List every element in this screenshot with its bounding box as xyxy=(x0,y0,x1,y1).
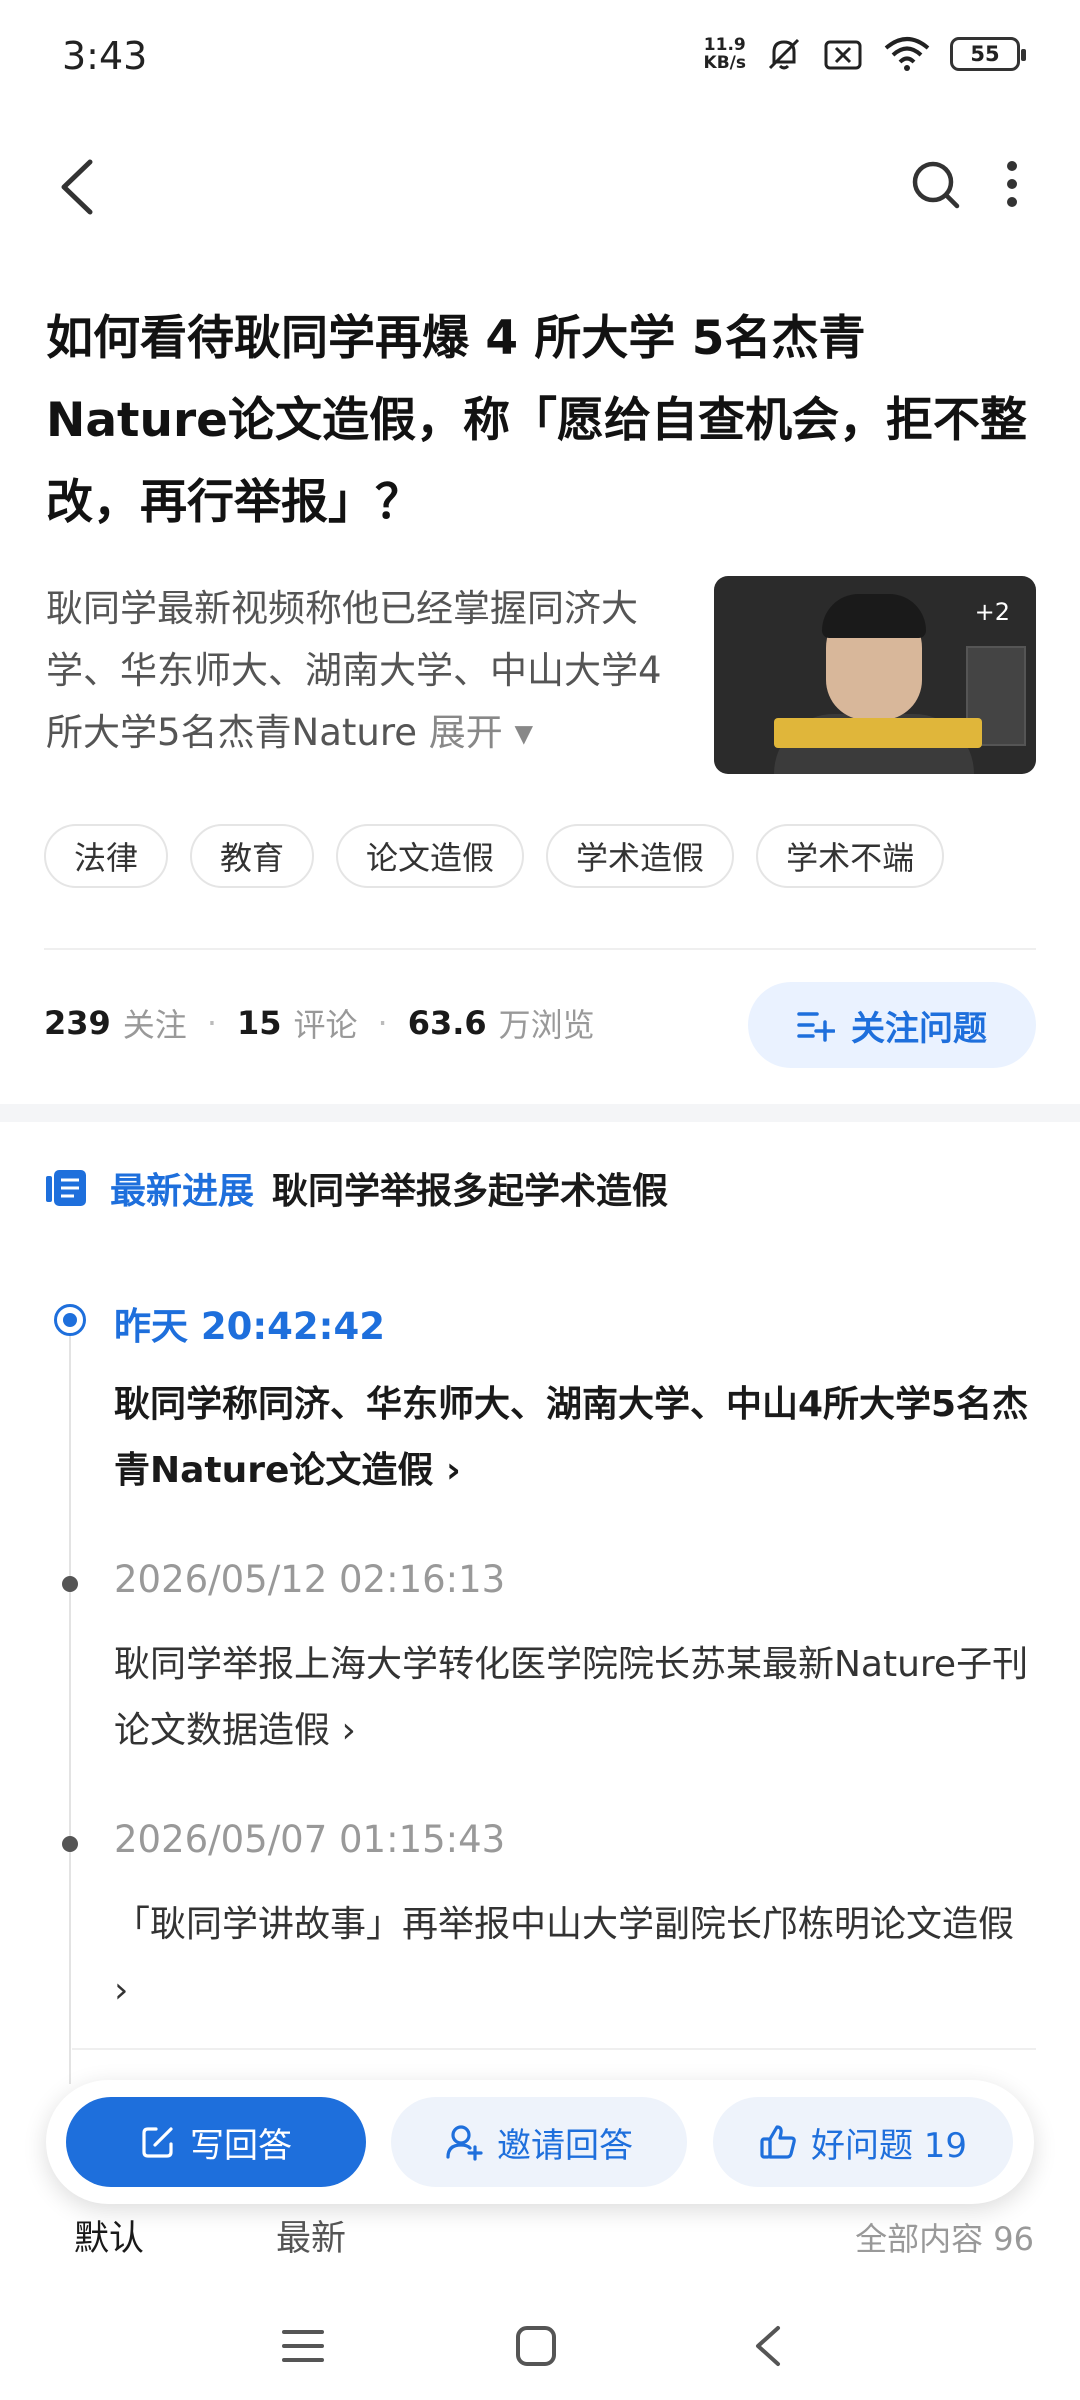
latest-progress-header[interactable]: 最新进展 耿同学举报多起学术造假 xyxy=(44,1162,668,1214)
thumbnail-count-badge: +2 xyxy=(974,598,1010,626)
latest-progress-topic: 耿同学举报多起学术造假 xyxy=(272,1171,669,1212)
tag-academic-fraud[interactable]: 学术造假 xyxy=(546,824,735,888)
divider xyxy=(44,948,1036,950)
comment-count: 15 xyxy=(236,1004,282,1042)
status-bar: 3:43 11.9 KB/s 55 xyxy=(0,0,1080,110)
timeline-time: 昨天 20:42:42 xyxy=(114,1305,385,1348)
answer-sort-tabs: 默认 最新 全部内容 96 xyxy=(0,2210,1080,2270)
follow-question-label: 关注问题 xyxy=(851,1008,987,1049)
invite-user-icon xyxy=(446,2125,483,2161)
timeline-item-text[interactable]: 「耿同学讲故事」再举报中山大学副院长邝栋明论文造假 › xyxy=(114,1892,1034,2024)
floating-action-bar: 写回答 邀请回答 好问题 19 xyxy=(46,2080,1034,2204)
timeline-time: 2026/05/07 01:15:43 xyxy=(114,1818,506,1861)
net-speed: 11.9 KB/s xyxy=(703,35,746,73)
good-question-button[interactable]: 好问题 19 xyxy=(713,2097,1013,2187)
tag-law[interactable]: 法律 xyxy=(44,824,169,888)
tab-latest[interactable]: 最新 xyxy=(276,2210,346,2261)
more-options-icon[interactable] xyxy=(995,154,1029,214)
follow-label: 关注 xyxy=(122,1006,187,1044)
tab-default[interactable]: 默认 xyxy=(74,2210,144,2261)
battery-indicator: 55 xyxy=(950,37,1026,71)
edit-pencil-icon xyxy=(142,2127,173,2158)
wifi-icon xyxy=(884,37,930,71)
timeline-time: 2026/05/12 02:16:13 xyxy=(114,1558,506,1601)
timeline-dot xyxy=(62,1836,78,1852)
timeline-dot-active xyxy=(54,1304,86,1336)
separator-dot: · xyxy=(377,1004,388,1042)
tag-education[interactable]: 教育 xyxy=(190,824,315,888)
tag-paper-fraud[interactable]: 论文造假 xyxy=(336,824,525,888)
view-label: 万浏览 xyxy=(498,1006,595,1044)
search-icon[interactable] xyxy=(905,154,965,214)
separator-dot: · xyxy=(206,1004,217,1042)
question-title[interactable]: 如何看待耿同学再爆 4 所大学 5名杰青Nature论文造假，称「愿给自查机会，… xyxy=(46,298,1036,544)
timeline-dot xyxy=(62,1576,78,1592)
good-question-label: 好问题 19 xyxy=(810,2125,968,2166)
mute-bell-icon xyxy=(768,38,800,70)
view-count: 63.6 xyxy=(407,1004,487,1042)
progress-document-icon xyxy=(46,1170,86,1206)
no-sim-icon xyxy=(824,40,862,70)
latest-progress-label: 最新进展 xyxy=(110,1171,255,1212)
topic-tags: 法律 教育 论文造假 学术造假 学术不端 xyxy=(44,824,945,888)
expand-link[interactable]: 展开 ▾ xyxy=(429,711,533,754)
divider xyxy=(72,2048,1036,2050)
home-icon[interactable] xyxy=(514,2324,558,2368)
video-thumbnail[interactable]: +2 xyxy=(714,576,1036,774)
follow-question-button[interactable]: 关注问题 xyxy=(748,982,1036,1068)
summary-text: 耿同学最新视频称他已经掌握同济大学、华东师大、湖南大学、中山大学4所大学5名杰青… xyxy=(46,587,662,754)
invite-answer-label: 邀请回答 xyxy=(497,2125,633,2166)
follow-count: 239 xyxy=(44,1004,111,1042)
question-stats: 239 关注 · 15 评论 · 63.6 万浏览 xyxy=(44,1000,595,1046)
question-summary[interactable]: 耿同学最新视频称他已经掌握同济大学、华东师大、湖南大学、中山大学4所大学5名杰青… xyxy=(46,578,686,764)
system-navigation-bar xyxy=(0,2296,1080,2400)
recent-apps-icon[interactable] xyxy=(280,2326,326,2366)
timeline-item-text[interactable]: 耿同学举报上海大学转化医学院院长苏某最新Nature子刊论文数据造假 › xyxy=(114,1632,1034,1764)
follow-list-plus-icon xyxy=(797,1012,835,1042)
all-content-count: 全部内容 96 xyxy=(855,2220,1034,2258)
system-back-icon[interactable] xyxy=(750,2322,786,2370)
write-answer-button[interactable]: 写回答 xyxy=(66,2097,366,2187)
back-arrow-icon[interactable] xyxy=(50,152,110,222)
timeline-line xyxy=(69,1324,71,2084)
status-time: 3:43 xyxy=(62,34,148,78)
top-nav xyxy=(0,140,1080,240)
tag-academic-misconduct[interactable]: 学术不端 xyxy=(756,824,945,888)
thumbnail-person-hair xyxy=(822,594,926,638)
thumbnail-caption-bar xyxy=(774,718,982,748)
comment-label[interactable]: 评论 xyxy=(294,1000,358,1046)
thumbs-up-icon xyxy=(760,2125,796,2159)
invite-answer-button[interactable]: 邀请回答 xyxy=(391,2097,687,2187)
timeline-item-text[interactable]: 耿同学称同济、华东师大、湖南大学、中山4所大学5名杰青Nature论文造假 › xyxy=(114,1372,1034,1504)
section-gap xyxy=(0,1104,1080,1122)
status-icons: 11.9 KB/s 55 xyxy=(703,34,1026,74)
write-answer-label: 写回答 xyxy=(190,2125,292,2166)
